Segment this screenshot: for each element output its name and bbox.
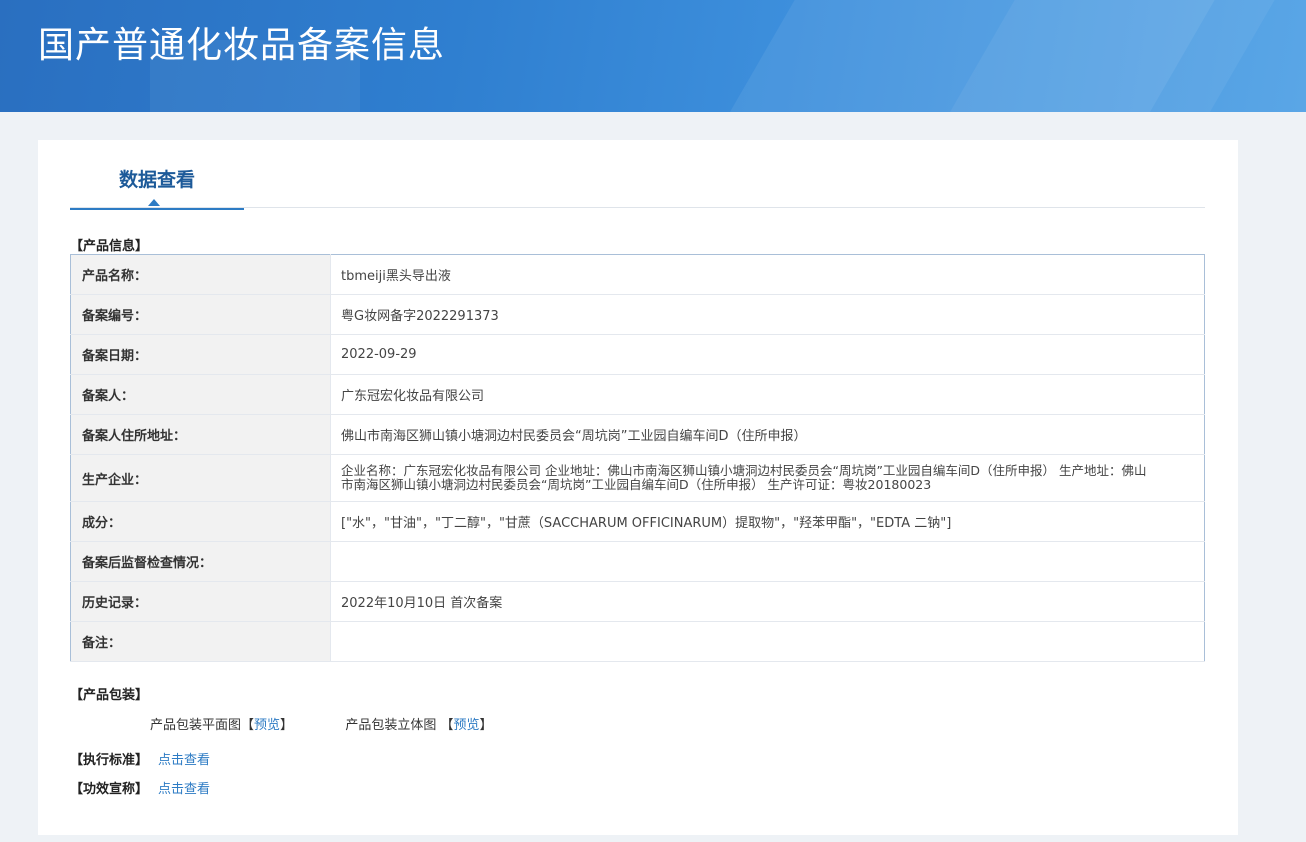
field-value: 广东冠宏化妆品有限公司 [330,374,1205,415]
table-row: 备案编号： 粤G妆网备字2022291373 [70,294,1205,335]
standard-heading: 【执行标准】 [70,753,149,768]
field-label: 备案人： [70,374,331,415]
table-row: 产品名称： tbmeiji黑头导出液 [70,254,1205,295]
efficacy-row: 【功效宣称】 点击查看 [70,778,210,797]
standard-row: 【执行标准】 点击查看 [70,749,210,768]
field-label: 成分： [70,501,331,542]
field-value: 粤G妆网备字2022291373 [330,294,1205,335]
field-value: 2022-09-29 [330,334,1205,375]
header-banner: 国产普通化妆品备案信息 [0,0,1306,112]
field-label: 备案人住所地址： [70,414,331,455]
field-label: 产品名称： [70,254,331,295]
field-label: 历史记录： [70,581,331,622]
field-label: 生产企业： [70,454,331,502]
field-value: 企业名称：广东冠宏化妆品有限公司 企业地址：佛山市南海区狮山镇小塘洞边村民委员会… [330,454,1205,502]
efficacy-heading: 【功效宣称】 [70,782,149,797]
field-value: 佛山市南海区狮山镇小塘洞边村民委员会“周坑岗”工业园自编车间D（住所申报） [330,414,1205,455]
table-row: 备案人： 广东冠宏化妆品有限公司 [70,374,1205,415]
table-row: 备案日期： 2022-09-29 [70,334,1205,375]
field-label: 备案后监督检查情况： [70,541,331,582]
packaging-heading: 【产品包装】 [70,688,149,703]
flat-preview-link[interactable]: 预览 [254,718,280,733]
field-value: tbmeiji黑头导出液 [330,254,1205,295]
field-value: 2022年10月10日 首次备案 [330,581,1205,622]
table-row: 备注： [70,621,1205,662]
packaging-row: 产品包装平面图【预览】 产品包装立体图 【预览】 [150,714,493,733]
efficacy-view-link[interactable]: 点击查看 [158,782,210,797]
tab-active-indicator [148,199,160,206]
product-info-heading: 【产品信息】 [70,239,149,254]
field-value: ["水"，"甘油"，"丁二醇"，"甘蔗（SACCHARUM OFFICINARU… [330,501,1205,542]
table-row: 历史记录： 2022年10月10日 首次备案 [70,581,1205,622]
field-value [330,621,1205,662]
bracket-close: 】 [479,718,493,733]
standard-view-link[interactable]: 点击查看 [158,753,210,768]
field-label: 备案日期： [70,334,331,375]
page-title: 国产普通化妆品备案信息 [38,25,446,66]
bracket-open: 【 [241,718,255,733]
bracket-close: 】 [280,718,294,733]
field-label: 备注： [70,621,331,662]
content-panel: 数据查看 【产品信息】 产品名称： tbmeiji黑头导出液 备案编号： 粤G妆… [38,140,1238,835]
field-label: 备案编号： [70,294,331,335]
field-value [330,541,1205,582]
table-row: 成分： ["水"，"甘油"，"丁二醇"，"甘蔗（SACCHARUM OFFICI… [70,501,1205,542]
table-row: 生产企业： 企业名称：广东冠宏化妆品有限公司 企业地址：佛山市南海区狮山镇小塘洞… [70,454,1205,502]
product-info-table: 产品名称： tbmeiji黑头导出液 备案编号： 粤G妆网备字202229137… [70,254,1205,662]
table-row: 备案后监督检查情况： [70,541,1205,582]
table-row: 备案人住所地址： 佛山市南海区狮山镇小塘洞边村民委员会“周坑岗”工业园自编车间D… [70,414,1205,455]
bracket-open: 【 [440,718,454,733]
flat-package-label: 产品包装平面图 [150,718,242,733]
3d-preview-link[interactable]: 预览 [454,718,480,733]
3d-package-label: 产品包装立体图 [345,718,437,733]
